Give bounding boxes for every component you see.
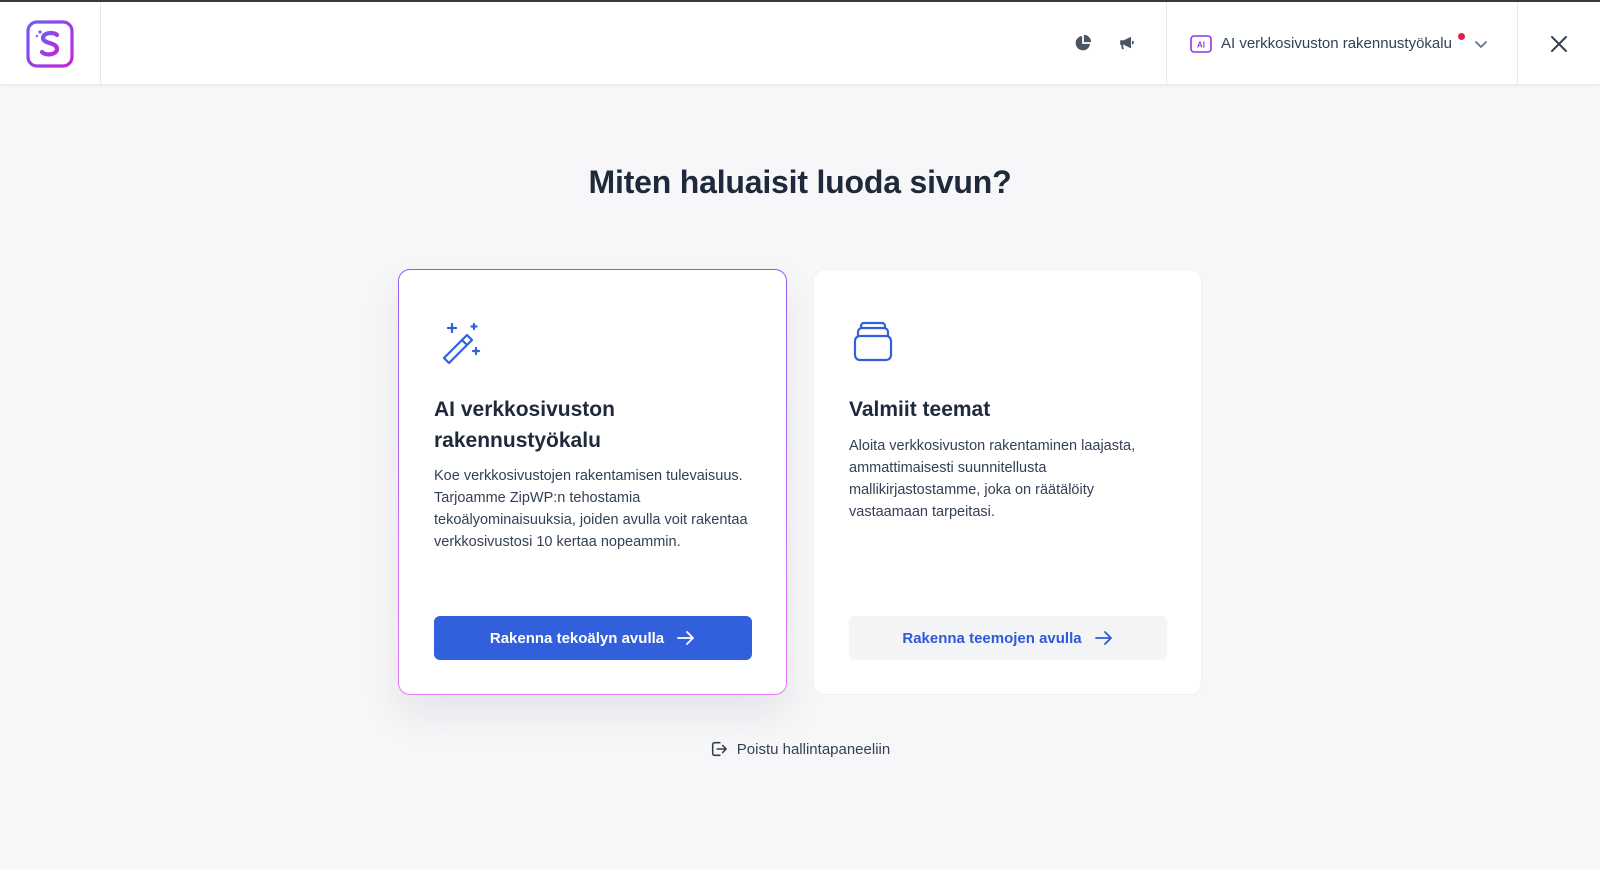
card-description: Koe verkkosivustojen rakentamisen tuleva…	[434, 468, 748, 550]
ai-badge-icon: AI	[1190, 34, 1212, 53]
close-button[interactable]	[1518, 2, 1600, 85]
card-title: AI verkkosivuston rakennustyökalu	[434, 398, 615, 452]
button-label: Rakenna tekoälyn avulla	[489, 629, 665, 647]
chevron-down-icon	[1474, 39, 1488, 49]
button-label: Rakenna teemojen avulla	[902, 629, 1082, 647]
card-title: Valmiit teemat	[849, 398, 991, 421]
ai-builder-card[interactable]: AI verkkosivuston rakennustyökalu Koe ve…	[398, 269, 787, 695]
ready-themes-card[interactable]: Valmiit teemat Aloita verkkosivuston rak…	[813, 269, 1202, 695]
logo-area	[0, 2, 101, 85]
build-with-ai-button[interactable]: Rakenna tekoälyn avulla	[434, 616, 752, 660]
magic-wand-icon	[434, 318, 482, 366]
builder-selector-label: AI verkkosivuston rakennustyökalu	[1221, 35, 1452, 52]
build-with-themes-button[interactable]: Rakenna teemojen avulla	[849, 616, 1167, 660]
page-title: Miten haluaisit luoda sivun?	[588, 164, 1012, 200]
template-stack-icon	[849, 318, 897, 366]
logout-icon	[711, 741, 727, 757]
pie-chart-icon[interactable]	[1071, 31, 1095, 55]
builder-selector[interactable]: AI AI verkkosivuston rakennustyökalu	[1166, 2, 1518, 85]
arrow-right-icon	[677, 631, 695, 645]
arrow-right-icon	[1094, 631, 1112, 645]
card-description: Aloita verkkosivuston rakentaminen laaja…	[849, 438, 1136, 520]
notification-dot	[1457, 33, 1465, 40]
top-bar: AI AI verkkosivuston rakennustyökalu	[0, 2, 1600, 85]
exit-label: Poistu hallintapaneeliin	[736, 740, 891, 758]
close-icon	[1551, 35, 1567, 52]
ai-badge-text: AI	[1197, 40, 1205, 49]
megaphone-icon[interactable]	[1114, 31, 1138, 55]
exit-to-dashboard-link[interactable]: Poistu hallintapaneeliin	[0, 740, 1600, 758]
starter-templates-logo-icon[interactable]	[26, 19, 74, 68]
